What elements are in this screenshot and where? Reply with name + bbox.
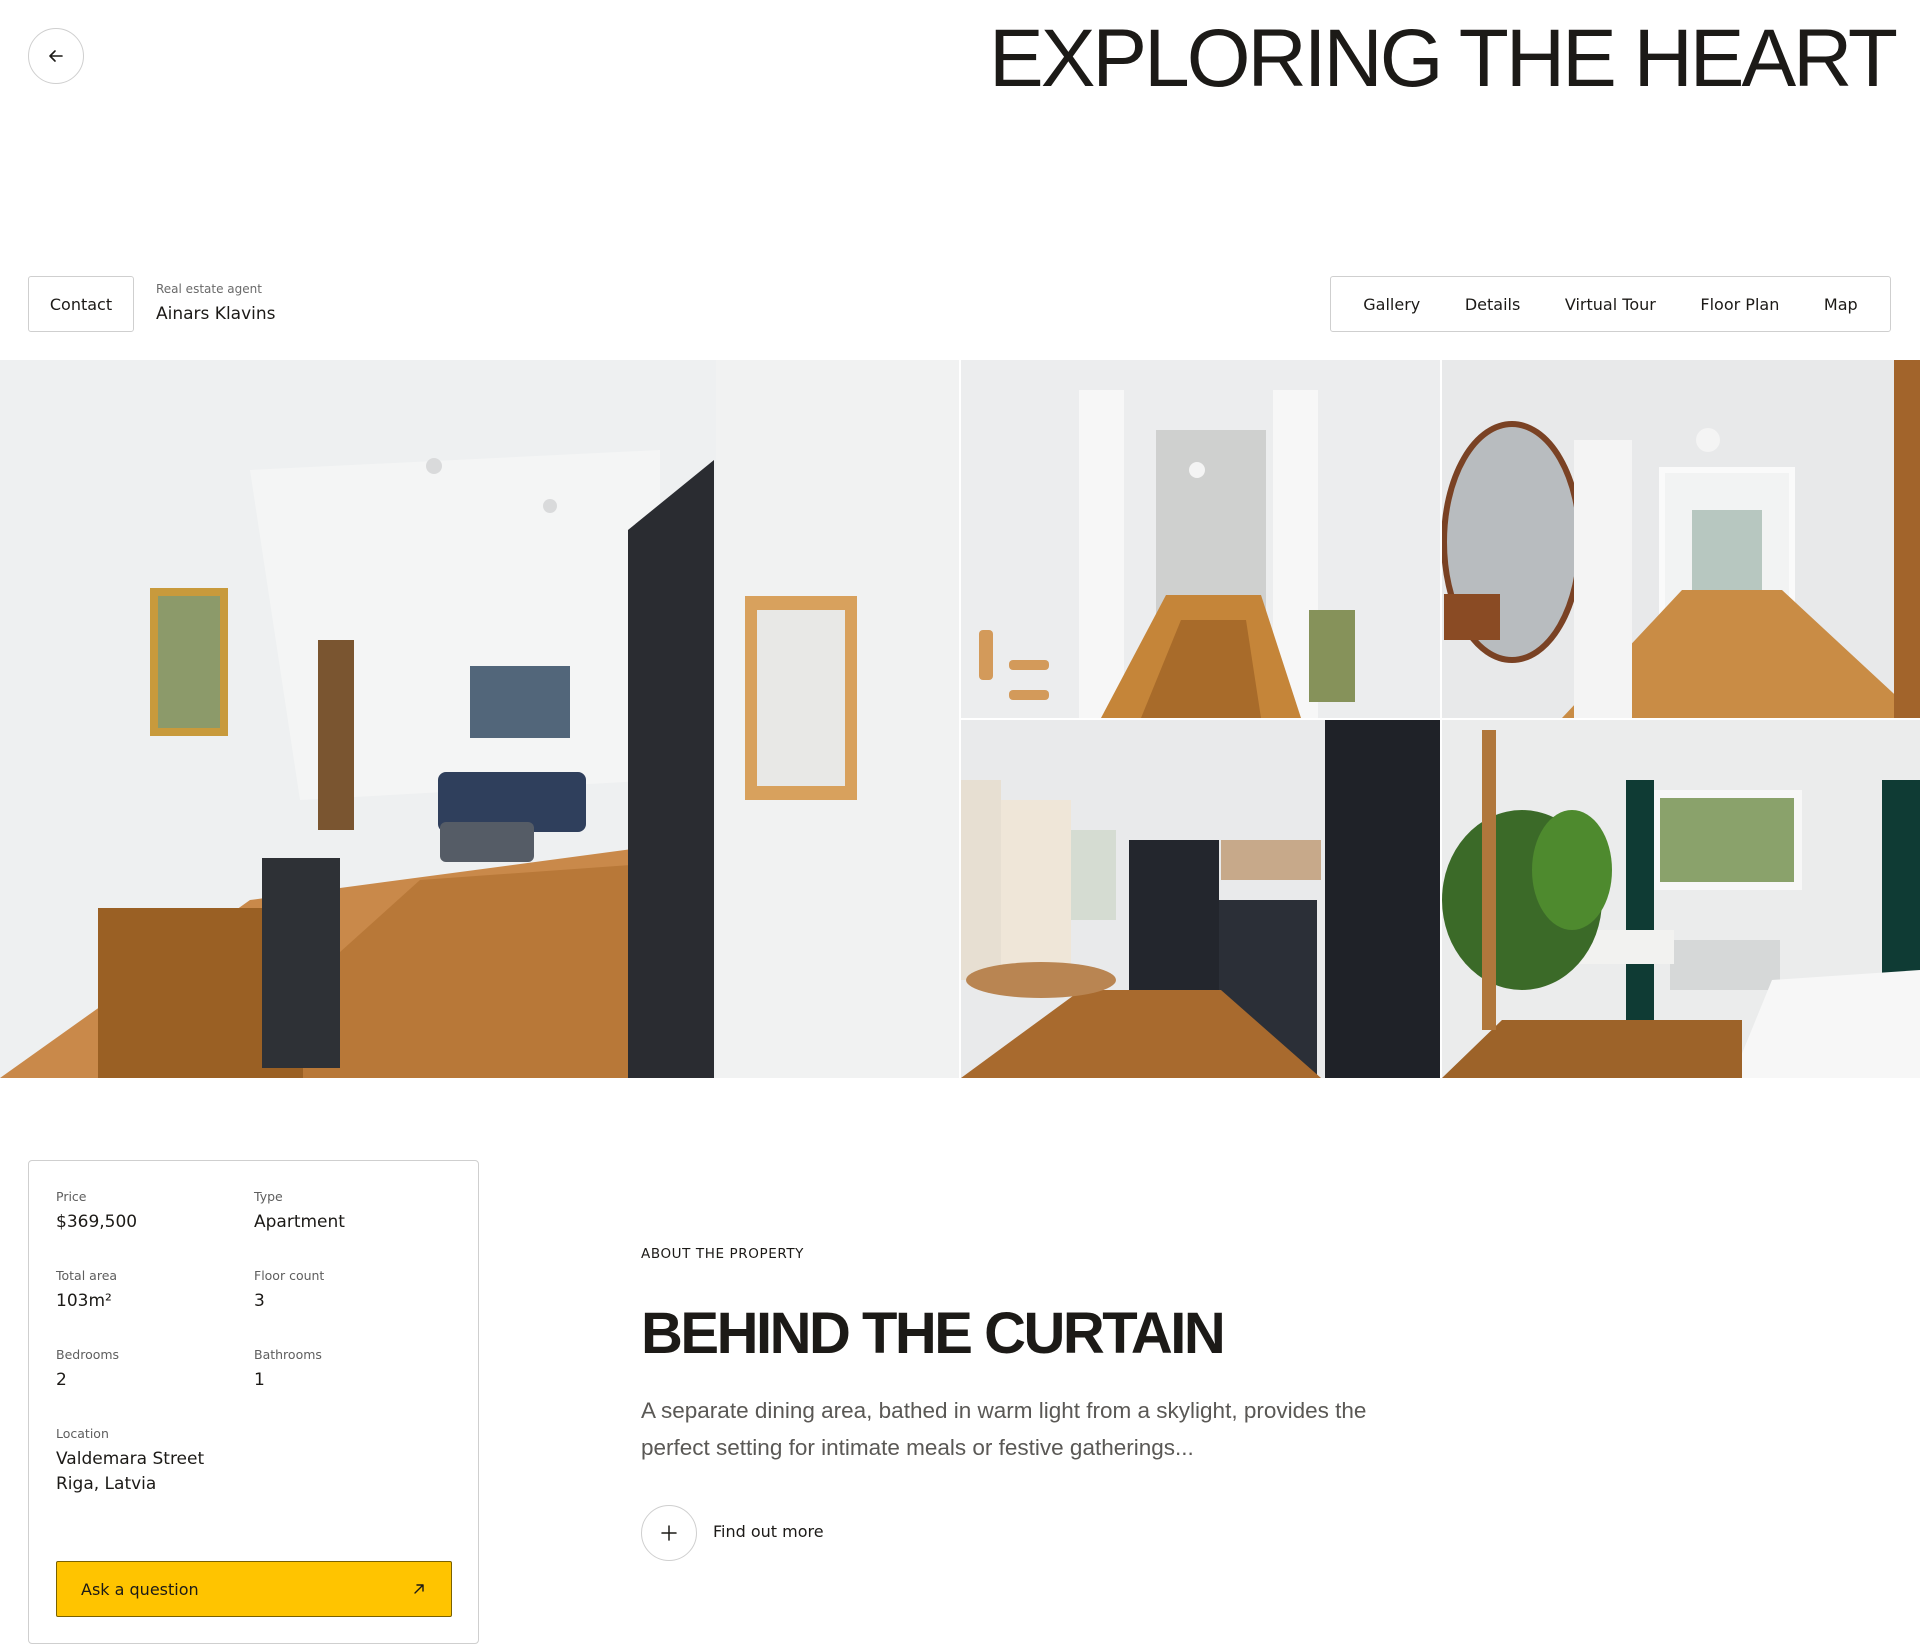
location-value: Valdemara Street Riga, Latvia [56,1447,204,1497]
find-out-more-button[interactable] [641,1505,697,1561]
living-room-photo[interactable] [0,360,959,1078]
arrow-up-right-icon [414,1584,424,1594]
floor-count-label: Floor count [254,1268,325,1283]
tab-virtual-tour[interactable]: Virtual Tour [1559,287,1662,322]
property-details-card: Price $369,500 Type Apartment Total area… [28,1160,479,1644]
plus-icon [661,1525,677,1541]
floor-count-value: 3 [254,1291,265,1311]
location-label: Location [56,1426,109,1441]
tab-details[interactable]: Details [1459,287,1526,322]
ask-question-button[interactable]: Ask a question [56,1561,452,1617]
about-description: A separate dining area, bathed in warm l… [641,1398,1367,1460]
find-out-more-link[interactable]: Find out more [713,1522,824,1541]
hallway-photo[interactable] [961,360,1440,718]
mirror-hallway-photo[interactable] [1442,360,1920,718]
bedroom-photo[interactable] [1442,720,1920,1078]
about-kicker: ABOUT THE PROPERTY [641,1246,805,1262]
bedrooms-value: 2 [56,1370,67,1390]
about-title: BEHIND THE CURTAIN [641,1301,1226,1366]
page-title: EXPLORING THE HEART [989,13,1898,104]
bathrooms-label: Bathrooms [254,1347,322,1362]
agent-caption: Real estate agent [156,282,262,296]
price-label: Price [56,1189,87,1204]
tab-gallery[interactable]: Gallery [1357,287,1426,322]
bedrooms-label: Bedrooms [56,1347,120,1362]
tab-floor-plan[interactable]: Floor Plan [1694,287,1785,322]
agent-name: Ainars Klavins [156,304,276,324]
type-value: Apartment [254,1212,345,1232]
price-value: $369,500 [56,1212,138,1232]
location-street: Valdemara Street [56,1449,205,1469]
tab-map[interactable]: Map [1818,287,1864,322]
kitchen-photo[interactable] [961,720,1440,1078]
ask-question-label: Ask a question [81,1579,199,1599]
total-area-label: Total area [56,1268,118,1283]
contact-button[interactable]: Contact [28,276,134,332]
arrow-left-icon [49,50,63,62]
location-city: Riga, Latvia [56,1474,157,1494]
section-tabs: Gallery Details Virtual Tour Floor Plan … [1330,276,1891,332]
bathrooms-value: 1 [254,1370,265,1390]
back-button[interactable] [28,28,84,84]
total-area-value: 103m² [56,1291,112,1311]
photo-gallery [0,360,1920,1078]
type-label: Type [254,1189,283,1204]
